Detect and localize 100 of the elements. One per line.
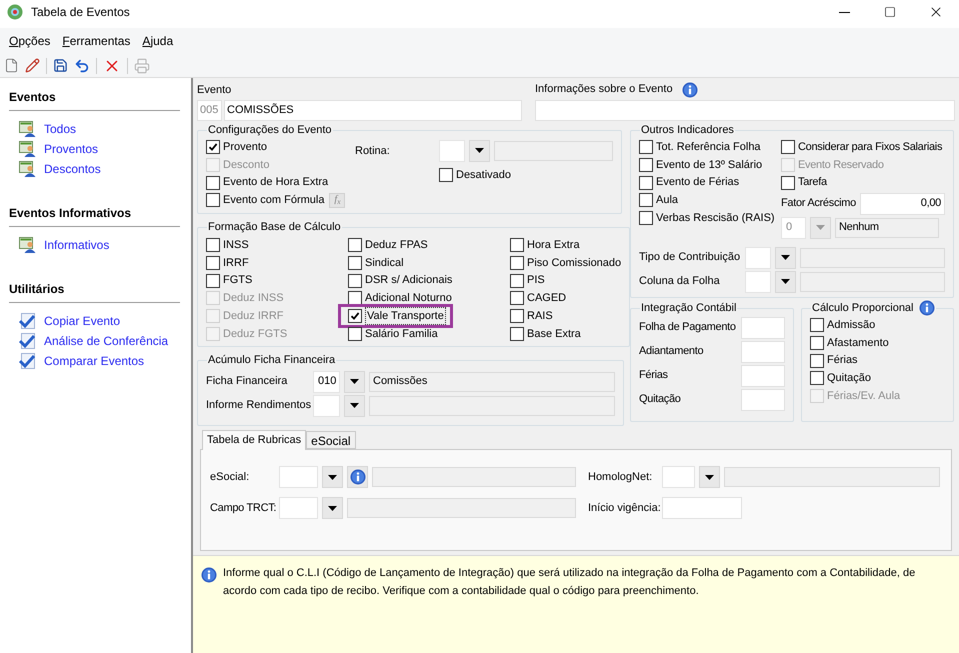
code-field[interactable] bbox=[313, 394, 340, 416]
text-field[interactable] bbox=[741, 340, 785, 362]
caret-icon bbox=[328, 474, 337, 480]
checkbox[interactable] bbox=[206, 274, 220, 288]
checkbox[interactable] bbox=[510, 326, 524, 341]
save-icon[interactable] bbox=[53, 58, 68, 73]
event-info-field[interactable] bbox=[535, 100, 955, 121]
undo-icon[interactable] bbox=[74, 58, 90, 74]
checkbox-label: Tarefa bbox=[798, 175, 827, 190]
checkbox[interactable] bbox=[348, 238, 362, 252]
checkbox-label: IRRF bbox=[223, 256, 249, 271]
group-title: Outros Indicadores bbox=[641, 123, 734, 138]
pencil-icon[interactable] bbox=[25, 58, 40, 73]
dropdown-button[interactable] bbox=[469, 140, 490, 162]
dropdown-button[interactable] bbox=[344, 394, 365, 416]
factor-field[interactable]: 0,00 bbox=[860, 192, 945, 215]
code-field[interactable] bbox=[279, 466, 318, 488]
checkbox[interactable] bbox=[781, 140, 795, 154]
checkbox[interactable] bbox=[206, 256, 220, 270]
checkbox[interactable] bbox=[639, 211, 653, 226]
info-button[interactable] bbox=[347, 466, 368, 488]
dropdown-button[interactable] bbox=[322, 466, 343, 488]
date-field[interactable] bbox=[662, 497, 742, 519]
field-label: Informações sobre o Evento bbox=[535, 82, 673, 98]
checkbox[interactable] bbox=[206, 193, 220, 208]
field-label: Evento bbox=[197, 83, 232, 97]
checkbox[interactable] bbox=[810, 318, 824, 332]
sidebar-link[interactable]: Informativos bbox=[44, 236, 110, 254]
text-field[interactable] bbox=[741, 316, 785, 338]
checkbox-label: FGTS bbox=[223, 273, 252, 288]
checkbox[interactable] bbox=[639, 158, 653, 172]
menu-item[interactable]: Ajuda bbox=[136, 28, 180, 54]
checkbox-label: DSR s/ Adicionais bbox=[365, 273, 452, 288]
text-field[interactable] bbox=[741, 364, 785, 386]
checkbox[interactable] bbox=[348, 326, 362, 341]
checkbox-label: Tot. Referência Folha bbox=[656, 140, 761, 156]
sidebar-link[interactable]: Copiar Evento bbox=[44, 312, 120, 330]
caret-icon bbox=[475, 148, 484, 153]
info-icon bbox=[682, 82, 698, 98]
caret-icon bbox=[328, 506, 337, 510]
checkbox-label: Quitação bbox=[827, 371, 872, 386]
checkbox[interactable] bbox=[348, 309, 362, 324]
code-field[interactable] bbox=[279, 497, 318, 519]
checkbox[interactable] bbox=[810, 354, 824, 368]
checkbox[interactable] bbox=[439, 168, 453, 182]
checkbox[interactable] bbox=[510, 274, 524, 288]
checkbox-label: Admissão bbox=[827, 318, 876, 334]
people-icon bbox=[19, 237, 37, 253]
sidebar-link[interactable]: Todos bbox=[44, 120, 76, 138]
checkmark-icon bbox=[19, 333, 37, 349]
checkbox[interactable] bbox=[510, 291, 524, 306]
checkbox[interactable] bbox=[810, 371, 824, 386]
menu-item[interactable]: Opções bbox=[3, 28, 56, 54]
sidebar-link[interactable]: Descontos bbox=[44, 160, 101, 178]
maximize-icon bbox=[884, 6, 896, 18]
dropdown-button[interactable] bbox=[344, 370, 365, 392]
checkbox[interactable] bbox=[206, 140, 220, 154]
tab[interactable]: Tabela de Rubricas bbox=[202, 430, 306, 450]
section-heading: Eventos Informativos bbox=[9, 204, 180, 227]
checkbox[interactable] bbox=[781, 176, 795, 190]
checkbox-label: Adicional Noturno bbox=[365, 291, 452, 306]
sidebar-link[interactable]: Comparar Eventos bbox=[44, 352, 144, 370]
info-icon bbox=[201, 567, 217, 583]
checkbox[interactable] bbox=[348, 291, 362, 306]
group-title: Integração Contábil bbox=[641, 301, 736, 316]
checkbox[interactable] bbox=[810, 336, 824, 350]
checkbox[interactable] bbox=[348, 274, 362, 288]
checkbox[interactable] bbox=[639, 193, 653, 208]
checkbox[interactable] bbox=[639, 140, 653, 154]
checkbox[interactable] bbox=[348, 256, 362, 270]
checkbox[interactable] bbox=[510, 238, 524, 252]
dropdown-button[interactable] bbox=[322, 497, 343, 519]
checkbox-label: Salário Familia bbox=[365, 326, 438, 342]
dropdown-button[interactable] bbox=[775, 270, 796, 293]
code-field[interactable] bbox=[745, 246, 771, 269]
code-field[interactable] bbox=[745, 270, 771, 293]
new-document-icon[interactable] bbox=[4, 58, 19, 73]
event-name-field[interactable]: COMISSÕES bbox=[224, 100, 522, 121]
checkbox[interactable] bbox=[206, 238, 220, 252]
group-title: Acúmulo Ficha Financeira bbox=[208, 353, 336, 368]
tab[interactable]: eSocial bbox=[306, 431, 356, 449]
sidebar-link[interactable]: Análise de Conferência bbox=[44, 332, 168, 350]
text-field[interactable] bbox=[741, 388, 785, 410]
checkbox[interactable] bbox=[510, 256, 524, 270]
checkbox-label: Férias/Ev. Aula bbox=[827, 388, 900, 404]
code-field[interactable] bbox=[439, 140, 465, 162]
code-field[interactable]: 010 bbox=[313, 370, 340, 392]
checkbox[interactable] bbox=[639, 176, 653, 190]
checkbox-label: INSS bbox=[223, 238, 249, 254]
dropdown-button[interactable] bbox=[699, 466, 720, 488]
checkbox[interactable] bbox=[510, 309, 524, 324]
menu-item[interactable]: Ferramentas bbox=[56, 28, 136, 54]
checkbox[interactable] bbox=[206, 176, 220, 190]
info-icon bbox=[350, 469, 366, 485]
sidebar-link[interactable]: Proventos bbox=[44, 140, 98, 158]
code-field[interactable] bbox=[662, 466, 695, 488]
caret-icon bbox=[781, 279, 790, 284]
caret-icon bbox=[705, 474, 714, 480]
checkbox-label: Sindical bbox=[365, 256, 404, 271]
dropdown-button[interactable] bbox=[775, 246, 796, 269]
